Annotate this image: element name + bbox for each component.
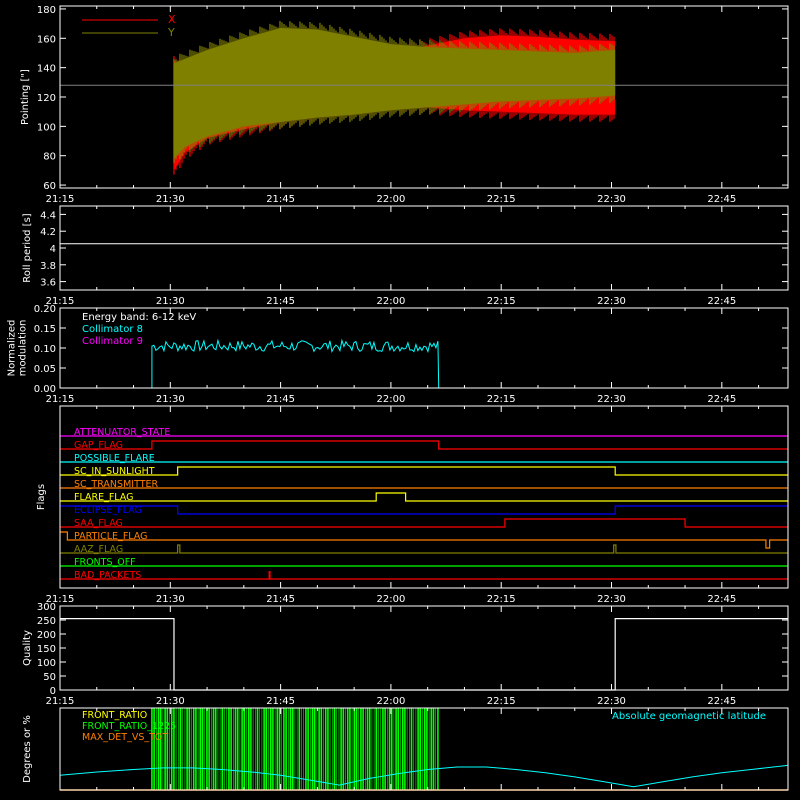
flag-label-fronts-off: FRONTS_OFF xyxy=(74,557,136,568)
roll_period-ytick-label: 3.8 xyxy=(40,261,56,272)
pointing-ytick-label: 140 xyxy=(37,64,56,75)
flag-label-eclipse-flag: ECLIPSE_FLAG xyxy=(74,505,142,516)
pointing-ytick-label: 180 xyxy=(37,5,56,16)
modulation-legend-0: Energy band: 6-12 keV xyxy=(82,312,196,323)
roll_period-xtick-label: 22:15 xyxy=(487,296,516,307)
quality-xtick-label: 22:45 xyxy=(707,696,736,707)
pointing-xtick-label: 21:30 xyxy=(156,194,185,205)
modulation-xtick-label: 22:45 xyxy=(707,394,736,405)
roll_period-xtick-label: 22:30 xyxy=(597,296,626,307)
quality-ytick-label: 250 xyxy=(37,616,56,627)
quality-xtick-label: 21:15 xyxy=(46,696,75,707)
pointing-xtick-label: 22:00 xyxy=(376,194,405,205)
quality-xtick-label: 22:15 xyxy=(487,696,516,707)
quality-ytick-label: 200 xyxy=(37,630,56,641)
flags-xtick-label: 21:30 xyxy=(156,594,185,605)
flag-label-bad-packets: BAD_PACKETS xyxy=(74,570,141,581)
flag-label-saa-flag: SAA_FLAG xyxy=(74,518,123,529)
flags-xtick-label: 22:15 xyxy=(487,594,516,605)
modulation-ytick-label: 0.20 xyxy=(34,304,56,315)
quality-xtick-label: 22:00 xyxy=(376,696,405,707)
flags-xtick-label: 22:30 xyxy=(597,594,626,605)
quality-ylabel: Quality xyxy=(22,630,33,666)
pointing-xtick-label: 21:15 xyxy=(46,194,75,205)
roll_period-ytick-label: 4.4 xyxy=(40,210,56,221)
geo-legend-0: FRONT_RATIO xyxy=(82,710,147,721)
roll_period-ytick-label: 3.6 xyxy=(40,278,56,289)
quality-xtick-label: 21:30 xyxy=(156,696,185,707)
flag-label-attenuator-state: ATTENUATOR_STATE xyxy=(74,427,170,438)
quality-ytick-label: 150 xyxy=(37,644,56,655)
flag-label-particle-flag: PARTICLE_FLAG xyxy=(74,531,147,542)
roll_period-xtick-label: 21:30 xyxy=(156,296,185,307)
pointing-xtick-label: 21:45 xyxy=(266,194,295,205)
flag-label-sc-transmitter: SC_TRANSMITTER xyxy=(74,479,159,490)
modulation-xtick-label: 21:30 xyxy=(156,394,185,405)
rhessi-quicklook-figure: 60 80 100 120 140 160 180 XY Pointing ["] 21:15 21… xyxy=(0,0,800,800)
quality-ytick-label: 100 xyxy=(37,658,56,669)
roll_period-xtick-label: 22:00 xyxy=(376,296,405,307)
flag-label-possible-flare: POSSIBLE_FLARE xyxy=(74,453,155,464)
modulation-xtick-label: 21:15 xyxy=(46,394,75,405)
flags-xtick-label: 21:45 xyxy=(266,594,295,605)
flags-xtick-label: 22:00 xyxy=(376,594,405,605)
modulation-xtick-label: 22:00 xyxy=(376,394,405,405)
roll_period-xtick-label: 22:45 xyxy=(707,296,736,307)
flag-label-flare-flag: FLARE_FLAG xyxy=(74,492,134,503)
geo-legend-2: MAX_DET_VS_TOT xyxy=(82,732,168,743)
pointing-ytick-label: 80 xyxy=(43,152,56,163)
pointing-ylabel: Pointing ["] xyxy=(20,69,31,125)
pointing-xtick-label: 22:15 xyxy=(487,194,516,205)
roll_period-ytick-label: 4 xyxy=(50,244,56,255)
pointing-ytick-label: 60 xyxy=(43,181,56,192)
quality-ytick-label: 50 xyxy=(43,672,56,683)
geo-legend-1: FRONT_RATIO_1225 xyxy=(82,721,176,732)
flag-label-aaz-flag: AAZ_FLAG xyxy=(74,544,123,555)
modulation-xtick-label: 22:30 xyxy=(597,394,626,405)
roll_period-ytick-label: 4.2 xyxy=(40,227,56,238)
pointing-xtick-label: 22:30 xyxy=(597,194,626,205)
pointing-xtick-label: 22:45 xyxy=(707,194,736,205)
flag-label-sc-in-sunlight: SC_IN_SUNLIGHT xyxy=(74,466,155,477)
quality-xtick-label: 22:30 xyxy=(597,696,626,707)
geomagnetic-ylabel: Degrees or % xyxy=(22,715,33,783)
geo-annotation: Absolute geomagnetic latitude xyxy=(612,711,766,722)
flags-xtick-label: 22:45 xyxy=(707,594,736,605)
quality-ytick-label: 300 xyxy=(37,602,56,613)
flags-ylabel: Flags xyxy=(36,484,47,510)
modulation-ytick-label: 0.10 xyxy=(34,344,56,355)
roll_period-xtick-label: 21:45 xyxy=(266,296,295,307)
modulation-ytick-label: 0.15 xyxy=(34,324,56,335)
modulation-ytick-label: 0.05 xyxy=(34,364,56,375)
flag-label-gap-flag: GAP_FLAG xyxy=(74,440,123,451)
modulation-xtick-label: 21:45 xyxy=(266,394,295,405)
pointing-ytick-label: 160 xyxy=(37,34,56,45)
modulation-ylabel: modulation xyxy=(18,320,29,377)
pointing-ytick-label: 120 xyxy=(37,93,56,104)
modulation-legend-1: Collimator 8 xyxy=(82,324,143,335)
modulation-xtick-label: 22:15 xyxy=(487,394,516,405)
legend-label-y: Y xyxy=(167,26,175,39)
legend-label-x: X xyxy=(168,13,176,26)
roll_period-ylabel: Roll period [s] xyxy=(22,213,33,282)
modulation-ylabel: Normalized xyxy=(7,320,18,377)
quality-xtick-label: 21:45 xyxy=(266,696,295,707)
pointing-ytick-label: 100 xyxy=(37,122,56,133)
modulation-legend-2: Collimator 9 xyxy=(82,336,143,347)
